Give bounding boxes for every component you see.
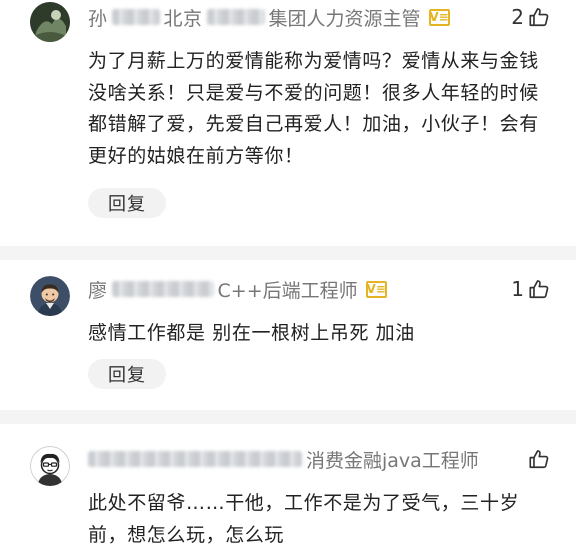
- comment-item: 廖 C++后端工程师 V≡ 1 感情工作都是 别在一根树上吊死 加油 回复: [0, 260, 576, 410]
- comment-text: 此处不留爷……干他，工作不是为了受气，三十岁前，想怎么玩，怎么玩: [88, 492, 520, 546]
- comment-text: 感情工作都是 别在一根树上吊死 加油: [88, 322, 415, 344]
- avatar[interactable]: [30, 276, 70, 316]
- author-name[interactable]: 孙: [88, 4, 108, 31]
- comment-item: 孙 北京 集团人力资源主管 V≡ 2 为了月薪上万的爱情能称为爱情吗？爱情从来与…: [0, 0, 576, 246]
- blurred-author-name: [111, 281, 214, 297]
- comment-list: 孙 北京 集团人力资源主管 V≡ 2 为了月薪上万的爱情能称为爱情吗？爱情从来与…: [0, 0, 576, 560]
- author-location: 北京: [163, 7, 203, 30]
- author-name[interactable]: 廖: [88, 276, 108, 303]
- like-count: 1: [511, 277, 524, 301]
- divider: [0, 246, 576, 260]
- reply-button[interactable]: 回复: [88, 359, 166, 389]
- author-title: 消费金融java工程师: [306, 449, 479, 472]
- avatar[interactable]: [30, 446, 70, 486]
- like-button[interactable]: 1: [511, 274, 550, 304]
- like-button[interactable]: 2: [511, 2, 550, 32]
- comment-header: 消费金融java工程师: [88, 444, 556, 474]
- divider: [0, 410, 576, 424]
- blurred-author-name: [88, 451, 302, 467]
- reply-button[interactable]: 回复: [88, 188, 166, 218]
- verified-badge-icon: V≡: [428, 8, 450, 26]
- verified-badge-icon: V≡: [365, 280, 387, 298]
- author-title: 集团人力资源主管: [268, 7, 421, 30]
- comment-header: 孙 北京 集团人力资源主管 V≡: [88, 2, 556, 32]
- like-button[interactable]: [524, 444, 550, 474]
- author-title: C++后端工程师: [217, 279, 358, 302]
- avatar[interactable]: [30, 2, 70, 42]
- comment-text: 为了月薪上万的爱情能称为爱情吗？爱情从来与金钱没啥关系！只是爱与不爱的问题！很多…: [88, 50, 539, 167]
- thumbs-up-icon: [529, 280, 549, 299]
- blurred-author-name: [111, 9, 160, 25]
- thumbs-up-icon: [529, 8, 549, 27]
- like-count: 2: [511, 5, 524, 29]
- comment-header: 廖 C++后端工程师 V≡: [88, 274, 556, 304]
- blurred-company-name: [206, 9, 265, 25]
- thumbs-up-icon: [529, 450, 549, 469]
- comment-item: 消费金融java工程师 此处不留爷……干他，工作不是为了受气，三十岁前，想怎么玩…: [0, 424, 576, 560]
